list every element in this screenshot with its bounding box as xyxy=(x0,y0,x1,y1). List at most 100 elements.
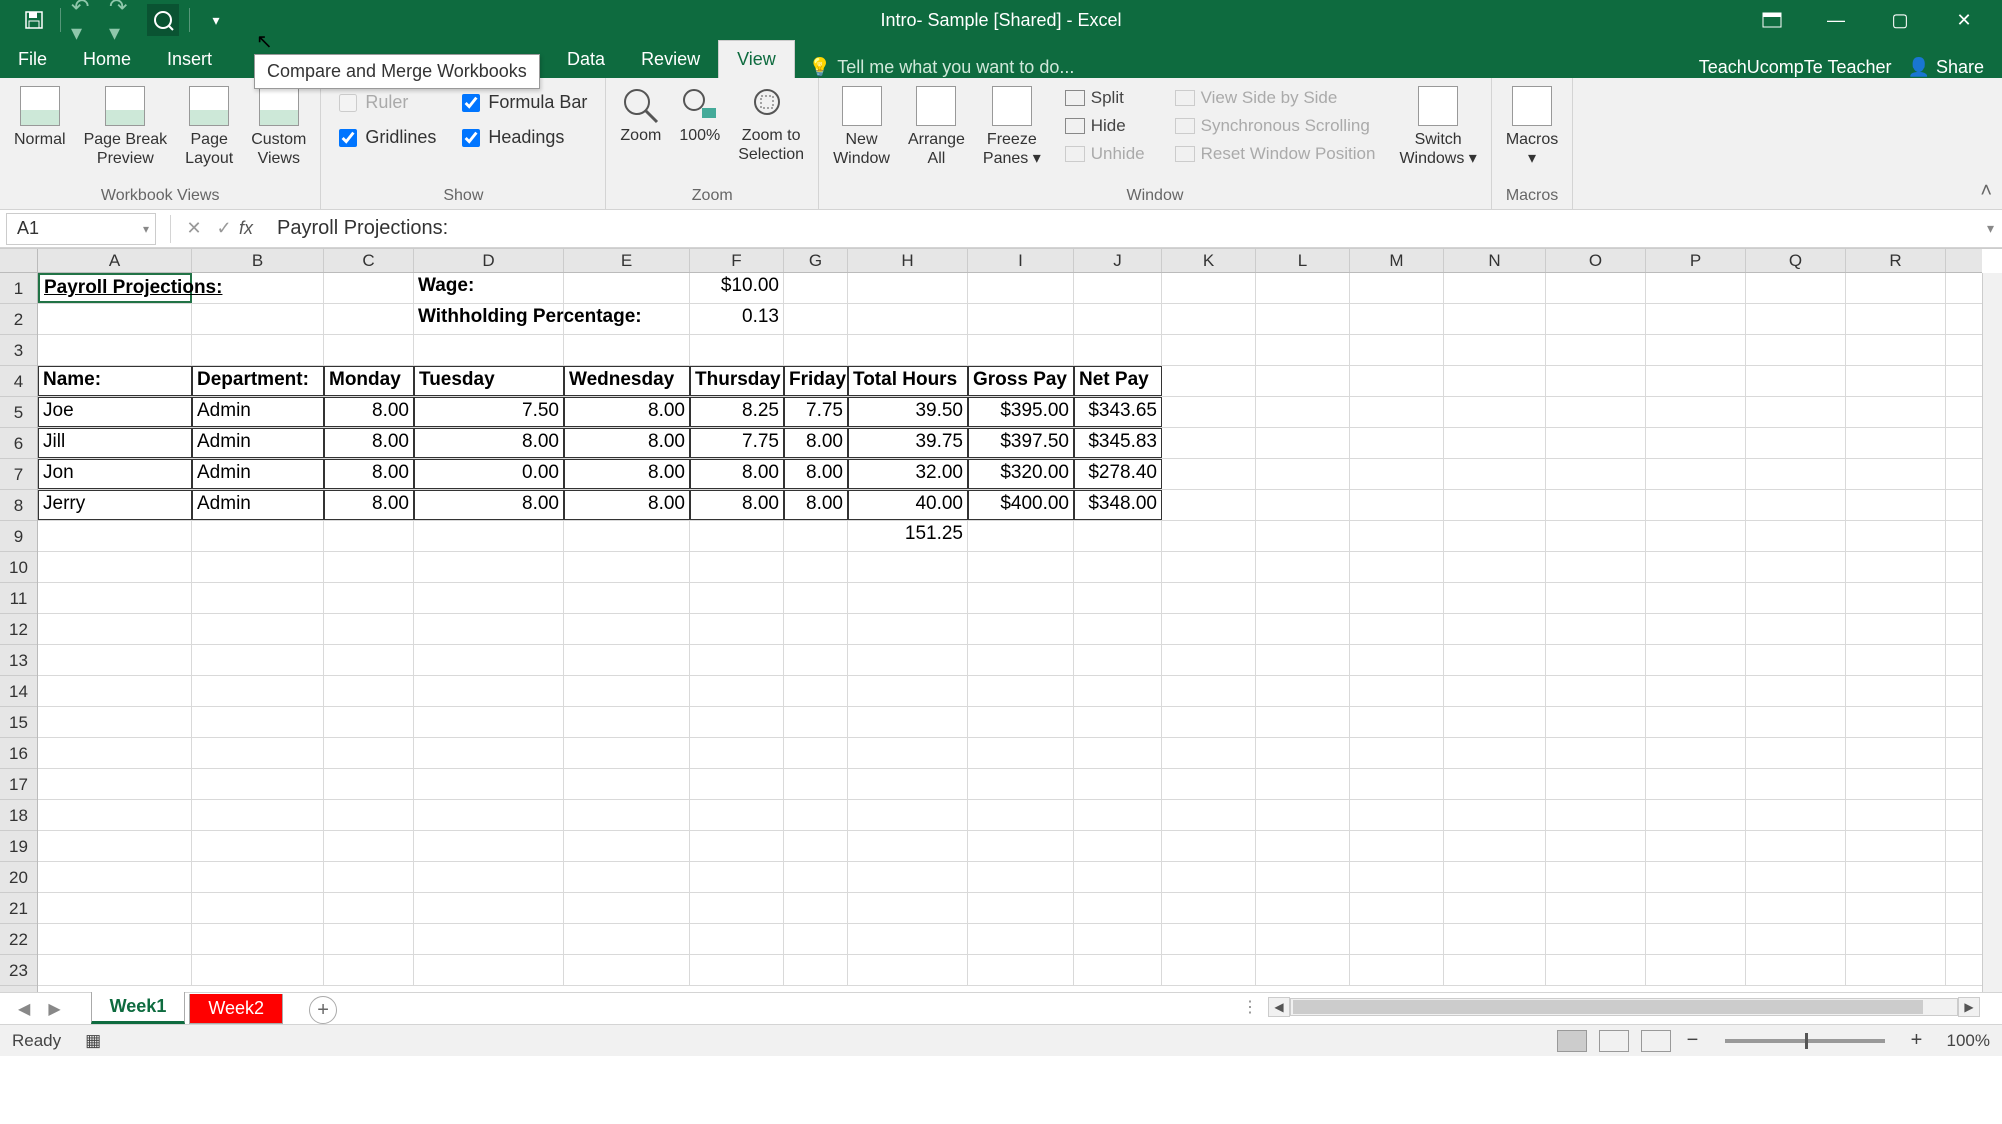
cell-B23[interactable] xyxy=(192,955,324,985)
cell-F2[interactable]: 0.13 xyxy=(690,304,784,334)
cell-I12[interactable] xyxy=(968,614,1074,644)
row-header-1[interactable]: 1 xyxy=(0,273,37,304)
formula-bar-checkbox[interactable]: Formula Bar xyxy=(462,92,587,113)
cell-R23[interactable] xyxy=(1846,955,1946,985)
cell-I13[interactable] xyxy=(968,645,1074,675)
cell-J14[interactable] xyxy=(1074,676,1162,706)
cell-O10[interactable] xyxy=(1546,552,1646,582)
cell-E4[interactable]: Wednesday xyxy=(564,366,690,396)
cell-J2[interactable] xyxy=(1074,304,1162,334)
cell-K11[interactable] xyxy=(1162,583,1256,613)
cell-D18[interactable] xyxy=(414,800,564,830)
cell-Q5[interactable] xyxy=(1746,397,1846,427)
page-layout-view-icon[interactable] xyxy=(1599,1030,1629,1052)
cell-Q22[interactable] xyxy=(1746,924,1846,954)
cell-I15[interactable] xyxy=(968,707,1074,737)
cell-L13[interactable] xyxy=(1256,645,1350,675)
cell-C5[interactable]: 8.00 xyxy=(324,397,414,427)
macros-button[interactable]: Macros▾ xyxy=(1500,82,1564,172)
cell-I16[interactable] xyxy=(968,738,1074,768)
cell-M10[interactable] xyxy=(1350,552,1444,582)
cell-B14[interactable] xyxy=(192,676,324,706)
cell-J10[interactable] xyxy=(1074,552,1162,582)
cell-B3[interactable] xyxy=(192,335,324,365)
cell-E12[interactable] xyxy=(564,614,690,644)
cell-D4[interactable]: Tuesday xyxy=(414,366,564,396)
cell-K22[interactable] xyxy=(1162,924,1256,954)
cell-H12[interactable] xyxy=(848,614,968,644)
customize-qat-icon[interactable]: ▾ xyxy=(200,4,232,36)
share-button[interactable]: 👤 Share xyxy=(1908,57,1984,78)
row-header-11[interactable]: 11 xyxy=(0,583,37,614)
cell-I17[interactable] xyxy=(968,769,1074,799)
tab-insert[interactable]: Insert xyxy=(149,41,219,78)
cell-N11[interactable] xyxy=(1444,583,1546,613)
cell-K13[interactable] xyxy=(1162,645,1256,675)
cell-O6[interactable] xyxy=(1546,428,1646,458)
cell-Q1[interactable] xyxy=(1746,273,1846,303)
cell-M4[interactable] xyxy=(1350,366,1444,396)
tab-file[interactable]: File xyxy=(0,41,65,78)
col-header-J[interactable]: J xyxy=(1074,249,1162,272)
cell-C11[interactable] xyxy=(324,583,414,613)
cell-A7[interactable]: Jon xyxy=(38,459,192,489)
tell-me-search[interactable]: 💡 Tell me what you want to do... xyxy=(795,57,1089,78)
cell-J15[interactable] xyxy=(1074,707,1162,737)
cell-H6[interactable]: 39.75 xyxy=(848,428,968,458)
cell-D14[interactable] xyxy=(414,676,564,706)
cell-E17[interactable] xyxy=(564,769,690,799)
sync-scroll-button[interactable]: Synchronous Scrolling xyxy=(1171,114,1380,138)
cell-O18[interactable] xyxy=(1546,800,1646,830)
cell-C18[interactable] xyxy=(324,800,414,830)
row-header-12[interactable]: 12 xyxy=(0,614,37,645)
cell-B2[interactable] xyxy=(192,304,324,334)
cell-E16[interactable] xyxy=(564,738,690,768)
cell-Q7[interactable] xyxy=(1746,459,1846,489)
cell-J23[interactable] xyxy=(1074,955,1162,985)
cell-K1[interactable] xyxy=(1162,273,1256,303)
cell-N6[interactable] xyxy=(1444,428,1546,458)
cell-D5[interactable]: 7.50 xyxy=(414,397,564,427)
cell-B1[interactable] xyxy=(192,273,324,303)
cell-P13[interactable] xyxy=(1646,645,1746,675)
cell-N14[interactable] xyxy=(1444,676,1546,706)
cell-L15[interactable] xyxy=(1256,707,1350,737)
cell-B12[interactable] xyxy=(192,614,324,644)
cell-Q12[interactable] xyxy=(1746,614,1846,644)
row-header-18[interactable]: 18 xyxy=(0,800,37,831)
cell-H17[interactable] xyxy=(848,769,968,799)
cell-D6[interactable]: 8.00 xyxy=(414,428,564,458)
cell-E20[interactable] xyxy=(564,862,690,892)
cell-F3[interactable] xyxy=(690,335,784,365)
cell-K17[interactable] xyxy=(1162,769,1256,799)
cell-H10[interactable] xyxy=(848,552,968,582)
cell-L19[interactable] xyxy=(1256,831,1350,861)
cell-A17[interactable] xyxy=(38,769,192,799)
cell-N23[interactable] xyxy=(1444,955,1546,985)
cell-L4[interactable] xyxy=(1256,366,1350,396)
cell-B22[interactable] xyxy=(192,924,324,954)
cell-F20[interactable] xyxy=(690,862,784,892)
cell-C20[interactable] xyxy=(324,862,414,892)
cell-A14[interactable] xyxy=(38,676,192,706)
cell-P7[interactable] xyxy=(1646,459,1746,489)
unhide-button[interactable]: Unhide xyxy=(1061,142,1149,166)
cell-P4[interactable] xyxy=(1646,366,1746,396)
row-header-15[interactable]: 15 xyxy=(0,707,37,738)
cell-D8[interactable]: 8.00 xyxy=(414,490,564,520)
cell-J4[interactable]: Net Pay xyxy=(1074,366,1162,396)
cell-M19[interactable] xyxy=(1350,831,1444,861)
cell-N10[interactable] xyxy=(1444,552,1546,582)
cell-P16[interactable] xyxy=(1646,738,1746,768)
cell-I11[interactable] xyxy=(968,583,1074,613)
cell-A13[interactable] xyxy=(38,645,192,675)
cell-A8[interactable]: Jerry xyxy=(38,490,192,520)
cell-C1[interactable] xyxy=(324,273,414,303)
cell-F12[interactable] xyxy=(690,614,784,644)
cell-M13[interactable] xyxy=(1350,645,1444,675)
cell-E23[interactable] xyxy=(564,955,690,985)
row-header-9[interactable]: 9 xyxy=(0,521,37,552)
cell-A9[interactable] xyxy=(38,521,192,551)
cell-G20[interactable] xyxy=(784,862,848,892)
page-break-view-icon[interactable] xyxy=(1641,1030,1671,1052)
